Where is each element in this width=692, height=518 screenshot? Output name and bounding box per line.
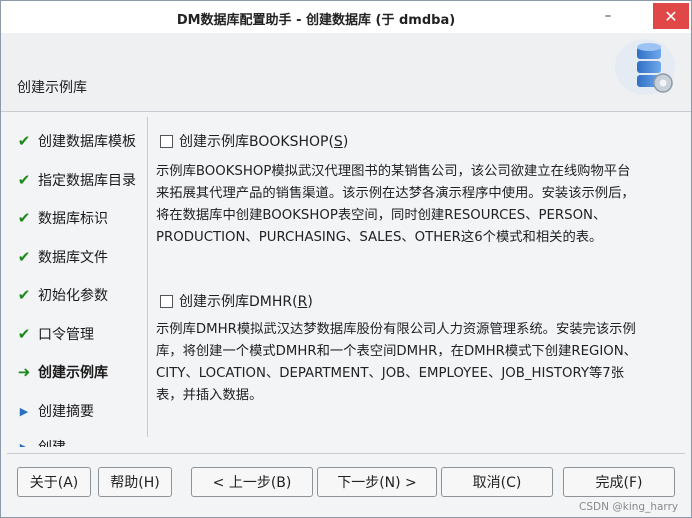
checkmark-icon: ✔ — [17, 325, 31, 343]
page-title: 创建示例库 — [17, 80, 87, 96]
arrow-right-icon: ➜ — [17, 363, 31, 381]
step-item: ✔ 口令管理 — [15, 322, 147, 346]
back-button[interactable]: < 上一步(B) — [191, 467, 313, 497]
close-button[interactable]: ✕ — [653, 3, 689, 29]
step-label: 数据库标识 — [38, 211, 108, 227]
step-label: 创建 — [38, 437, 66, 447]
dmhr-checkbox-label: 创建示例库DMHR(R) — [179, 294, 313, 310]
checkmark-icon: ✔ — [17, 286, 31, 304]
step-item: ▶ 创建摘要 — [15, 399, 147, 423]
step-label: 创建摘要 — [38, 404, 94, 420]
dmhr-checkbox[interactable]: 创建示例库DMHR(R) — [160, 291, 313, 311]
step-item: ✔ 指定数据库目录 — [15, 168, 147, 192]
cancel-button[interactable]: 取消(C) — [441, 467, 553, 497]
watermark-text: CSDN @king_harry — [579, 501, 679, 513]
finish-button[interactable]: 完成(F) — [563, 467, 675, 497]
checkbox-box[interactable] — [160, 294, 173, 308]
database-icon — [615, 39, 675, 95]
dmhr-description: 示例库DMHR模拟武汉达梦数据库股份有限公司人力资源管理系统。安装完该示例 库，… — [156, 322, 637, 403]
bookshop-checkbox-label: 创建示例库BOOKSHOP(S) — [179, 134, 349, 150]
panel-divider — [147, 117, 148, 437]
bookshop-checkbox[interactable]: 创建示例库BOOKSHOP(S) — [160, 131, 348, 151]
step-item: ✔ 数据库文件 — [15, 245, 147, 269]
step-label: 初始化参数 — [38, 288, 108, 304]
step-label: 创建数据库模板 — [38, 134, 136, 150]
step-label: 指定数据库目录 — [38, 173, 136, 189]
title-bar: DM数据库配置助手 - 创建数据库 (于 dmdba) – ✕ — [1, 1, 691, 33]
minimize-button[interactable]: – — [593, 3, 623, 29]
help-button[interactable]: 帮助(H) — [98, 467, 172, 497]
checkmark-icon: ✔ — [17, 209, 31, 227]
step-item: ▶ 创建 — [15, 435, 147, 447]
about-button[interactable]: 关于(A) — [17, 467, 91, 497]
window-title: DM数据库配置助手 - 创建数据库 (于 dmdba) — [176, 13, 456, 28]
wizard-steps: ✔ 创建数据库模板 ✔ 指定数据库目录 ✔ 数据库标识 ✔ 数据库文件 ✔ 初始… — [7, 117, 147, 447]
step-item-current: ➜ 创建示例库 — [15, 360, 147, 384]
step-item: ✔ 创建数据库模板 — [15, 129, 147, 153]
sample-db-panel: 创建示例库BOOKSHOP(S) 示例库BOOKSHOP模拟武汉代理图书的某销售… — [156, 119, 686, 439]
triangle-right-icon: ▶ — [19, 404, 29, 418]
triangle-right-icon: ▶ — [19, 440, 29, 448]
page-header: 创建示例库 — [1, 33, 691, 112]
step-label: 创建示例库 — [38, 365, 108, 381]
dialog-window: DM数据库配置助手 - 创建数据库 (于 dmdba) – ✕ 创建示例库 ✔ … — [0, 0, 692, 518]
step-label: 数据库文件 — [38, 250, 108, 266]
bookshop-description: 示例库BOOKSHOP模拟武汉代理图书的某销售公司，该公司欲建立在线购物平台 来… — [156, 164, 635, 245]
step-item: ✔ 初始化参数 — [15, 283, 147, 307]
footer-divider — [7, 453, 685, 454]
next-button[interactable]: 下一步(N) > — [317, 467, 437, 497]
step-item: ✔ 数据库标识 — [15, 206, 147, 230]
checkmark-icon: ✔ — [17, 132, 31, 150]
step-label: 口令管理 — [38, 327, 94, 343]
checkbox-box[interactable] — [160, 134, 173, 148]
checkmark-icon: ✔ — [17, 248, 31, 266]
checkmark-icon: ✔ — [17, 171, 31, 189]
